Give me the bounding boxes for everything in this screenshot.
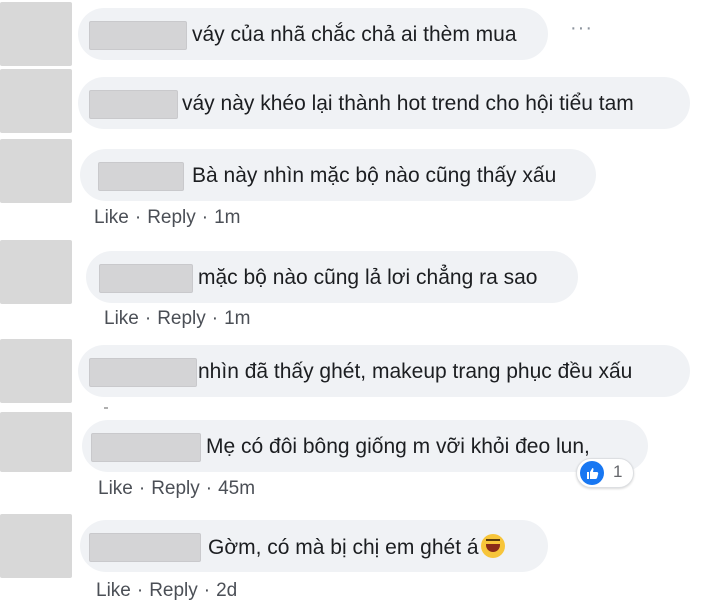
timestamp[interactable]: 1m [214,207,240,228]
avatar[interactable] [0,412,72,472]
timestamp[interactable]: 2d [216,580,237,601]
thumbs-up-icon [580,461,604,485]
comment-bubble: Bà này nhìn mặc bộ nào cũng thấy xấu [80,149,596,201]
author-name-redacted[interactable] [89,21,187,50]
comment-text: Bà này nhìn mặc bộ nào cũng thấy xấu [192,164,557,187]
separator: · [136,580,144,601]
comment-actions: Like · Reply · 45m [98,478,255,500]
more-options-icon[interactable]: ··· [570,18,593,38]
separator: · [138,478,146,499]
comment-actions: Like · Reply · 2d [96,580,237,602]
like-link[interactable]: Like [104,308,139,329]
comment-text: Gờm, có mà bị chị em ghét á [208,534,505,561]
author-name-redacted[interactable] [91,433,201,462]
avatar[interactable] [0,514,72,578]
comment-bubble: mặc bộ nào cũng lả lơi chẳng ra sao [86,251,578,303]
reaction-count: 1 [613,462,623,481]
reply-link[interactable]: Reply [147,207,196,228]
comment-bubble: váy này khéo lại thành hot trend cho hội… [78,77,690,129]
comment-text: Mẹ có đôi bông giống m vỡi khỏi đeo lun, [206,435,590,458]
comment-actions: Like · Reply · 1m [104,308,251,330]
timestamp[interactable]: 45m [218,478,255,499]
comment-text: nhìn đã thấy ghét, makeup trang phục đều… [198,360,633,383]
separator: · [201,207,209,228]
comment-text-content: Gờm, có mà bị chị em ghét á [208,536,479,559]
comment-bubble: Gờm, có mà bị chị em ghét á [80,520,548,572]
author-name-redacted[interactable] [98,162,184,191]
separator: · [144,308,152,329]
separator: · [205,478,213,499]
laughing-emoji-icon [480,534,505,558]
comment-bubble: Mẹ có đôi bông giống m vỡi khỏi đeo lun, [82,420,648,472]
reply-link[interactable]: Reply [151,478,200,499]
avatar[interactable] [0,2,72,66]
comment-text: váy của nhã chắc chả ai thèm mua [192,23,517,46]
comment-actions: Like · Reply · 1m [94,207,241,229]
author-name-redacted[interactable] [89,90,178,119]
avatar[interactable] [0,139,72,203]
comment-text: váy này khéo lại thành hot trend cho hội… [182,92,634,115]
like-link[interactable]: Like [98,478,133,499]
separator: · [134,207,142,228]
separator: · [203,580,211,601]
author-name-redacted[interactable] [99,264,193,293]
author-name-redacted[interactable] [89,358,197,387]
avatar[interactable] [0,339,72,403]
comment-text: mặc bộ nào cũng lả lơi chẳng ra sao [198,266,538,289]
timestamp[interactable]: 1m [224,308,250,329]
avatar[interactable] [0,69,72,133]
reply-link[interactable]: Reply [149,580,198,601]
like-link[interactable]: Like [96,580,131,601]
reply-link[interactable]: Reply [157,308,206,329]
comment-bubble: váy của nhã chắc chả ai thèm mua [78,8,548,60]
avatar[interactable] [0,240,72,304]
author-name-redacted[interactable] [89,533,201,562]
reaction-summary[interactable]: 1 [576,458,634,488]
like-link[interactable]: Like [94,207,129,228]
divider-mark [104,407,108,409]
separator: · [211,308,219,329]
comment-bubble: nhìn đã thấy ghét, makeup trang phục đều… [78,345,690,397]
